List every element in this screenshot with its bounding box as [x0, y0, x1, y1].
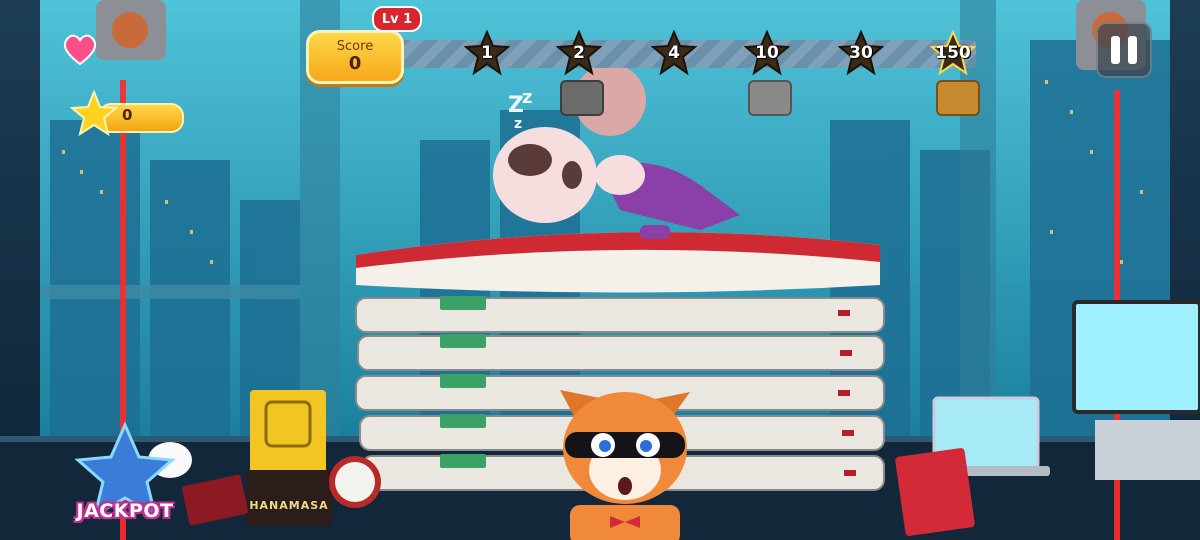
score-value: 0 — [348, 53, 362, 74]
milestone-label: 2 — [573, 43, 585, 63]
milestone-star: 10 — [744, 30, 790, 76]
pause-icon — [1128, 36, 1137, 64]
milestone-star: 1 — [464, 30, 510, 76]
star-count: 0 — [122, 106, 133, 124]
level-badge: Lv 1 — [372, 6, 422, 32]
milestone-label: 1 — [481, 43, 493, 63]
milestone-star: 4 — [651, 30, 697, 76]
milestone-star: 2 — [556, 30, 602, 76]
milestone-label: 10 — [755, 43, 779, 63]
milestone-label: 150 — [935, 43, 971, 63]
pause-icon — [1111, 36, 1120, 64]
milestone-label: 4 — [668, 43, 680, 63]
heart-icon — [63, 34, 97, 66]
svg-text:z: z — [522, 87, 532, 108]
star-icon — [70, 90, 118, 136]
jackpot-label[interactable]: JACKPOT — [70, 500, 180, 522]
milestone-star: 30 — [838, 30, 884, 76]
brand-label: HANAMASA — [248, 492, 330, 518]
chest-icon — [748, 80, 792, 116]
svg-text:z: z — [514, 116, 522, 132]
pause-button[interactable] — [1096, 22, 1152, 78]
score-label: Score — [336, 39, 374, 54]
chest-icon — [936, 80, 980, 116]
score-display: Score 0 — [306, 30, 404, 84]
chest-icon — [560, 80, 604, 116]
game-stage[interactable]: Z z z 0 Score 0 Lv 1 1 2 4 10 30 150 JAC… — [0, 0, 1200, 540]
milestone-label: 30 — [849, 43, 873, 63]
milestone-star: 150 — [930, 30, 976, 76]
